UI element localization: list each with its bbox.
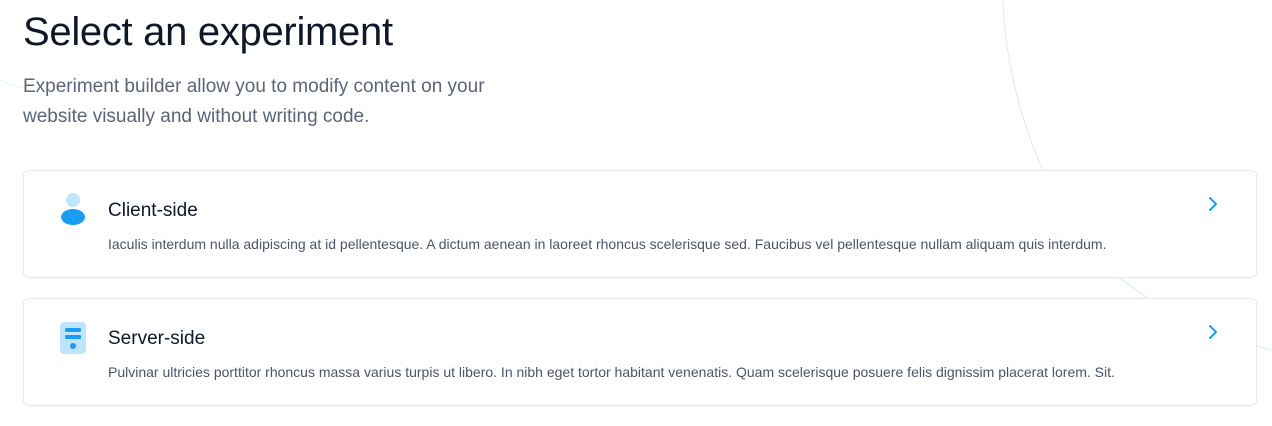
experiment-selector-page: Select an experiment Experiment builder … [0, 0, 1272, 426]
chevron-right-icon[interactable] [1206, 323, 1220, 341]
user-icon [61, 193, 85, 225]
page-title: Select an experiment [23, 10, 393, 54]
server-icon [60, 322, 86, 354]
chevron-right-icon[interactable] [1206, 195, 1220, 213]
client-side-option-card[interactable]: Client-side Iaculis interdum nulla adipi… [23, 170, 1257, 278]
page-subtitle: Experiment builder allow you to modify c… [23, 76, 485, 127]
server-side-option-card[interactable]: Server-side Pulvinar ultricies porttitor… [23, 298, 1257, 406]
option-title: Client-side [108, 200, 198, 221]
option-description: Iaculis interdum nulla adipiscing at id … [108, 236, 1107, 252]
option-title: Server-side [108, 328, 206, 349]
option-description: Pulvinar ultricies porttitor rhoncus mas… [108, 364, 1115, 380]
